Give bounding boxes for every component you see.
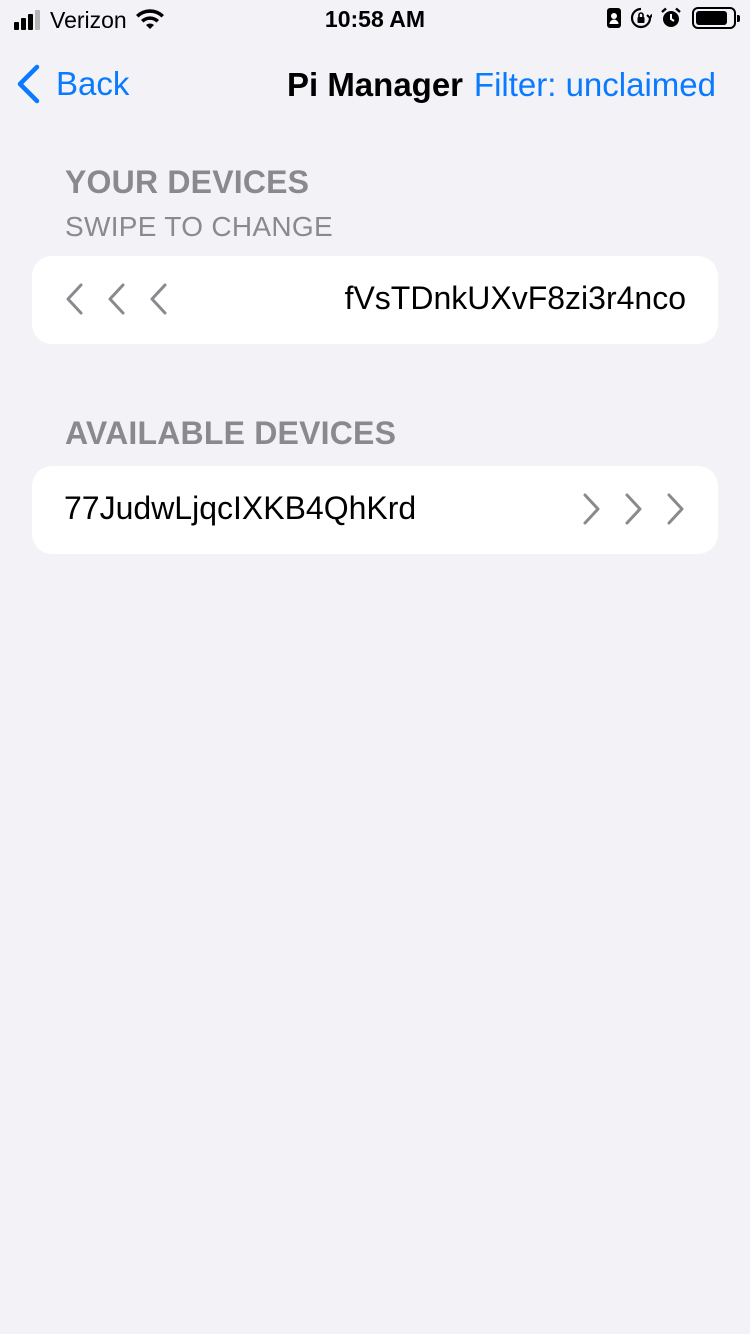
chevron-left-icon bbox=[66, 283, 83, 315]
your-devices-header: YOUR DEVICES bbox=[65, 164, 310, 200]
navigation-bar: Back Pi Manager Filter: unclaimed bbox=[0, 44, 750, 124]
rotation-lock-icon bbox=[630, 7, 652, 29]
available-devices-header: AVAILABLE DEVICES bbox=[65, 415, 397, 451]
portrait-icon bbox=[607, 8, 621, 28]
swipe-left-chevrons bbox=[64, 282, 190, 316]
alarm-icon bbox=[661, 7, 681, 27]
status-right bbox=[598, 7, 740, 29]
filter-button[interactable]: Filter: unclaimed bbox=[474, 66, 716, 104]
battery-icon bbox=[692, 7, 740, 29]
screen: Verizon 10:58 AM Back Pi Manager Filter:… bbox=[0, 0, 750, 1334]
chevron-left-icon bbox=[17, 64, 40, 104]
chevron-left-icon bbox=[108, 283, 125, 315]
available-device-row[interactable]: 77JudwLjqcIXKB4QhKrd bbox=[32, 466, 718, 554]
chevron-right-icon bbox=[583, 493, 600, 525]
chevron-left-icon bbox=[150, 283, 167, 315]
status-bar: Verizon 10:58 AM bbox=[0, 0, 750, 40]
battery-fill bbox=[696, 11, 727, 25]
your-device-row[interactable]: fVsTDnkUXvF8zi3r4nco bbox=[32, 256, 718, 344]
swipe-hint: SWIPE TO CHANGE bbox=[65, 211, 333, 242]
back-label: Back bbox=[56, 65, 130, 102]
chevron-right-icon bbox=[625, 493, 642, 525]
swipe-right-chevrons bbox=[560, 492, 686, 526]
back-button[interactable]: Back bbox=[16, 64, 129, 104]
your-device-id: fVsTDnkUXvF8zi3r4nco bbox=[344, 280, 686, 316]
available-device-id: 77JudwLjqcIXKB4QhKrd bbox=[64, 490, 417, 526]
chevron-right-icon bbox=[667, 493, 684, 525]
